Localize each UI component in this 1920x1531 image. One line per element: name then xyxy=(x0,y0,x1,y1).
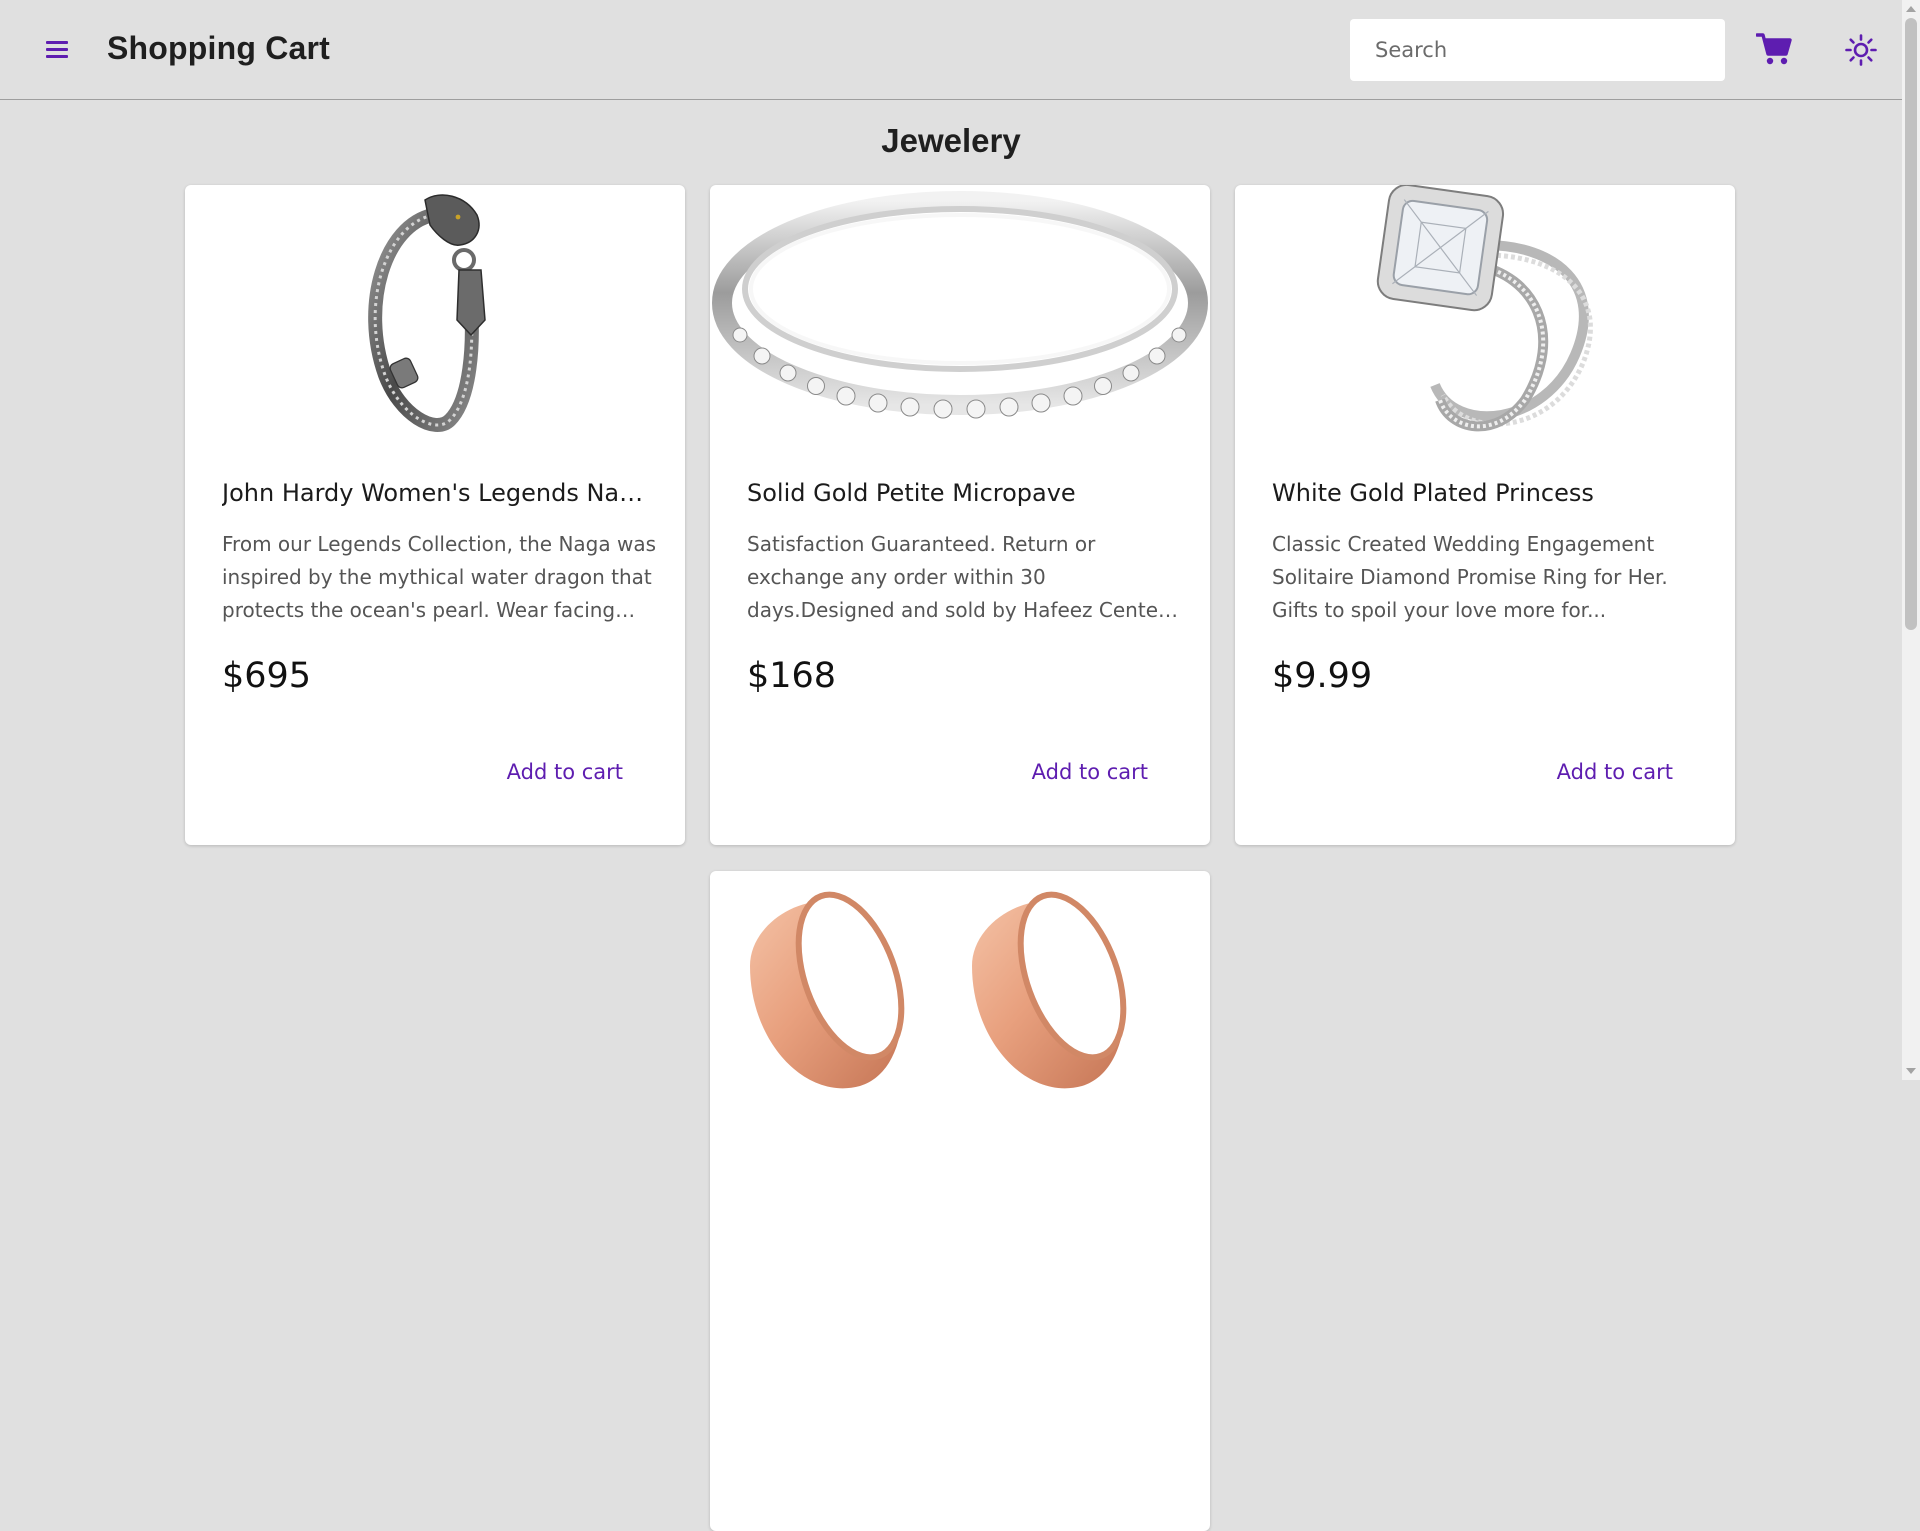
product-price: $695 xyxy=(222,656,312,696)
product-card: John Hardy Women's Legends Naga Gold & S… xyxy=(185,185,685,845)
product-price: $168 xyxy=(747,656,837,696)
product-image-eternity-ring xyxy=(710,185,1210,435)
menu-icon[interactable] xyxy=(44,36,70,62)
product-title[interactable]: Solid Gold Petite Micropave xyxy=(747,479,1177,507)
scrollbar-thumb[interactable] xyxy=(1905,18,1917,630)
product-description: Satisfaction Guaranteed. Return or excha… xyxy=(747,532,1167,622)
page-scrollbar[interactable] xyxy=(1902,0,1920,1080)
section-title: Jewelery xyxy=(881,122,1021,159)
product-title[interactable]: White Gold Plated Princess xyxy=(1272,479,1702,507)
add-to-cart-button[interactable]: Add to cart xyxy=(507,760,623,784)
search-input[interactable] xyxy=(1350,19,1725,81)
product-image-rose-gold-tunnel-plugs xyxy=(710,871,1210,1121)
product-price: $9.99 xyxy=(1272,656,1373,696)
app-title: Shopping Cart xyxy=(107,30,331,66)
product-card xyxy=(710,871,1210,1531)
product-card: Solid Gold Petite Micropave Satisfaction… xyxy=(710,185,1210,845)
app-bar: Shopping Cart xyxy=(0,0,1902,100)
product-image-bracelet xyxy=(185,185,685,435)
shopping-cart-icon[interactable] xyxy=(1755,32,1792,66)
add-to-cart-button[interactable]: Add to cart xyxy=(1032,760,1148,784)
product-image-princess-ring-set xyxy=(1235,185,1735,435)
product-title[interactable]: John Hardy Women's Legends Naga Gold & S… xyxy=(222,479,652,507)
product-card: White Gold Plated Princess Classic Creat… xyxy=(1235,185,1735,845)
product-description: From our Legends Collection, the Naga wa… xyxy=(222,532,657,622)
sun-icon[interactable] xyxy=(1844,33,1878,67)
scroll-up-arrow-icon[interactable] xyxy=(1906,6,1916,12)
product-description: Classic Created Wedding Engagement Solit… xyxy=(1272,532,1668,622)
add-to-cart-button[interactable]: Add to cart xyxy=(1557,760,1673,784)
scroll-down-arrow-icon[interactable] xyxy=(1906,1068,1916,1074)
